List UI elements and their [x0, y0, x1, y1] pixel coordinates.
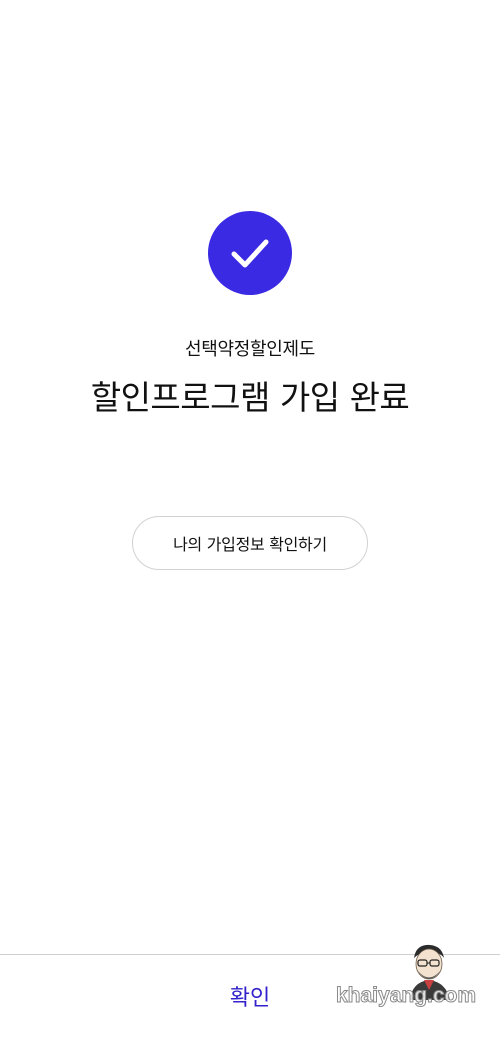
view-my-subscription-button[interactable]: 나의 가입정보 확인하기 — [132, 516, 368, 570]
watermark-text: khaiyang.com — [335, 984, 477, 1008]
program-subtitle: 선택약정할인제도 — [184, 339, 316, 360]
check-icon — [231, 239, 269, 268]
completion-page: 선택약정할인제도 할인프로그램 가입 완료 나의 가입정보 확인하기 확인 kh… — [0, 0, 500, 1037]
watermark: khaiyang.com — [335, 940, 486, 1020]
completion-title: 할인프로그램 가입 완료 — [90, 378, 410, 417]
success-check-badge — [208, 211, 292, 295]
